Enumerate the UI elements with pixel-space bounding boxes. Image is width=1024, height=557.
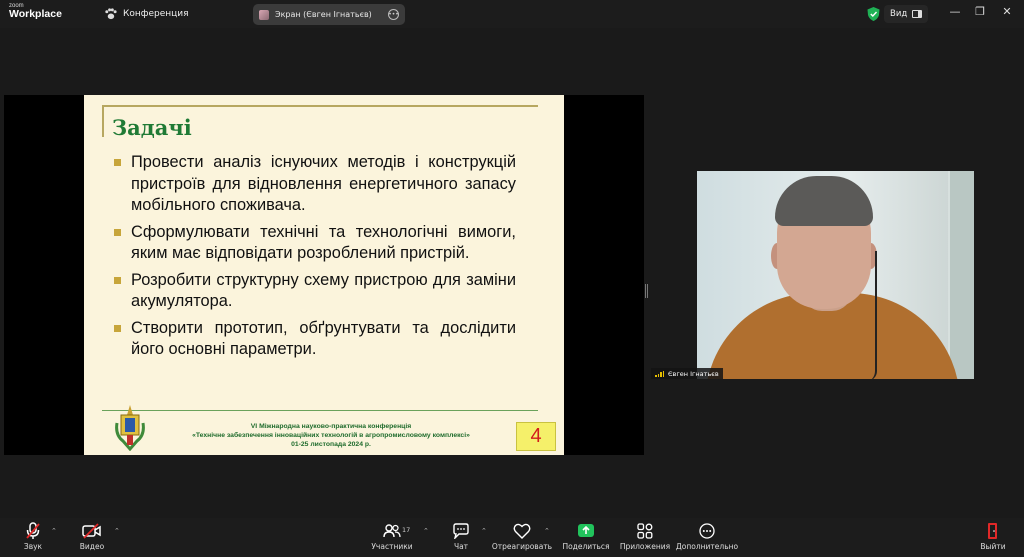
- close-icon[interactable]: ✕: [999, 6, 1015, 17]
- apps-label: Приложения: [619, 542, 671, 551]
- slide-page-number: 4: [516, 422, 556, 451]
- slide-footer: VI Міжнародна науково-практична конферен…: [158, 422, 504, 449]
- footer-line-1: VI Міжнародна науково-практична конферен…: [250, 423, 412, 430]
- share-label: Поделиться: [562, 542, 610, 551]
- react-options-caret-icon[interactable]: ⌃: [544, 527, 550, 535]
- participants-icon: [382, 522, 402, 540]
- slide-bullet: Створити прототип, обґрунтувати та дослі…: [112, 318, 516, 361]
- slide-bullet: Розробити структурну схему пристрою для …: [112, 270, 516, 313]
- muted-mic-icon: [23, 522, 43, 540]
- video-label: Видео: [79, 542, 105, 551]
- video-shelf: [948, 171, 974, 379]
- presentation-slide: Задачі Провести аналіз існуючих методів …: [84, 95, 564, 455]
- participants-options-caret-icon[interactable]: ⌃: [423, 527, 429, 535]
- slide-bullet: Провести аналіз існуючих методів і конст…: [112, 152, 516, 217]
- slide-title: Задачі: [112, 115, 192, 140]
- slide-bottom-rule: [102, 410, 538, 411]
- slide-bullet-list: Провести аналіз існуючих методів і конст…: [112, 152, 516, 366]
- view-button[interactable]: Вид: [884, 5, 929, 23]
- screen-share-tab[interactable]: Экран (Євген Ігнатьєв) •••: [253, 4, 405, 25]
- view-label: Вид: [890, 9, 908, 19]
- leave-label: Выйти: [980, 542, 1006, 551]
- video-button[interactable]: Видео: [62, 522, 122, 551]
- view-layout-icon: [912, 10, 923, 18]
- zoom-logo: zoom Workplace: [9, 3, 62, 20]
- slide-bullet: Сформулювати технічні та технологічні ви…: [112, 222, 516, 265]
- share-button[interactable]: Поделиться: [556, 522, 616, 551]
- participants-button[interactable]: Участники: [362, 522, 422, 551]
- more-options-icon[interactable]: •••: [388, 9, 399, 20]
- split-resize-handle[interactable]: [645, 284, 648, 298]
- leave-button[interactable]: Выйти: [963, 522, 1023, 551]
- restore-icon[interactable]: ❐: [972, 6, 988, 17]
- more-icon: [697, 522, 717, 540]
- security-shield-icon[interactable]: [867, 7, 880, 21]
- more-button[interactable]: Дополнительно: [675, 522, 739, 551]
- more-label: Дополнительно: [675, 542, 739, 551]
- react-button[interactable]: Отреагировать: [492, 522, 552, 551]
- audio-label: Звук: [23, 542, 43, 551]
- signal-bars-icon: [655, 370, 664, 377]
- logo-bottom-text: Workplace: [9, 8, 62, 20]
- apps-button[interactable]: Приложения: [615, 522, 675, 551]
- chat-options-caret-icon[interactable]: ⌃: [481, 527, 487, 535]
- slide-top-rule: [102, 105, 538, 107]
- audio-options-caret-icon[interactable]: ⌃: [51, 527, 57, 535]
- leave-icon: [983, 522, 1003, 540]
- chat-label: Чат: [453, 542, 469, 551]
- meeting-toolbar: Звук ⌃ Видео ⌃ Участники 17 ⌃ Чат ⌃ Отре…: [0, 518, 1024, 557]
- participant-name: Євген Ігнатьєв: [668, 369, 719, 378]
- react-label: Отреагировать: [491, 542, 553, 551]
- sharer-avatar: [259, 9, 269, 20]
- participant-video[interactable]: [697, 171, 974, 379]
- apps-icon: [635, 522, 655, 540]
- chat-icon: [451, 522, 471, 540]
- meeting-title-label: Конференция: [123, 9, 189, 19]
- slide-left-rule: [102, 105, 104, 137]
- minimize-icon[interactable]: —: [947, 6, 963, 17]
- video-options-caret-icon[interactable]: ⌃: [114, 527, 120, 535]
- paw-icon: [105, 8, 117, 20]
- video-off-icon: [82, 522, 102, 540]
- participant-name-tag: Євген Ігнатьєв: [651, 368, 723, 379]
- screen-tab-label: Экран (Євген Ігнатьєв): [275, 10, 372, 19]
- meeting-title[interactable]: Конференция: [104, 8, 189, 20]
- footer-line-3: 01-25 листопада 2024 р.: [291, 441, 371, 448]
- participants-label: Участники: [371, 542, 413, 551]
- footer-line-2: «Технічне забезпечення інноваційних техн…: [192, 432, 470, 439]
- share-screen-icon: [576, 522, 596, 540]
- headphone-cable: [867, 251, 877, 379]
- heart-icon: [512, 522, 532, 540]
- title-bar: zoom Workplace Конференция Экран (Євген …: [0, 0, 1024, 28]
- university-emblem-icon: [115, 405, 145, 451]
- participants-count: 17: [402, 526, 411, 534]
